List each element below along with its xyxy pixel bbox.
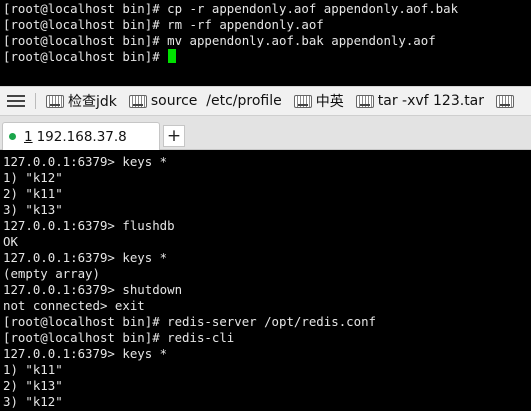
keyboard-icon [46,94,64,108]
session-tab-bar: 1 192.168.37.8 + [0,116,531,150]
tab-number: 1 [24,128,33,145]
add-tab-button[interactable]: + [163,125,185,147]
terminal-line: [root@localhost bin]# redis-cli [3,330,235,345]
tab-label: 192.168.37.8 [36,128,127,145]
keyboard-icon [355,94,374,108]
quick-command-zh-en[interactable]: 中英 [293,91,344,111]
quick-command-label: 检查jdk [68,94,117,110]
quick-command-tar[interactable]: tar -xvf 123.tar [355,93,485,109]
terminal-line: [root@localhost bin]# redis-server /opt/… [3,314,376,329]
terminal-line: 127.0.0.1:6379> keys * [3,154,168,169]
prompt-text: [root@localhost bin]# [3,49,168,64]
toolbar-separator [35,93,36,109]
quick-command-label: tar -xvf 123.tar [377,93,485,109]
quick-command-overflow[interactable] [496,94,518,108]
terminal-line: 127.0.0.1:6379> keys * [3,346,168,361]
keyboard-icon [128,94,147,108]
terminal-line: 127.0.0.1:6379> keys * [3,250,168,265]
top-terminal-pane[interactable]: [root@localhost bin]# cp -r appendonly.a… [0,1,531,84]
quick-command-check-jdk[interactable]: 检查jdk [46,91,117,111]
quick-command-label: 中英 [315,94,344,110]
keyboard-icon [293,94,312,108]
terminal-line: OK [3,234,18,249]
main-terminal-pane[interactable]: 127.0.0.1:6379> keys * 1) "k12" 2) "k11"… [0,154,531,411]
terminal-cursor [168,49,177,63]
session-tab[interactable]: 1 192.168.37.8 [2,122,160,150]
terminal-line: 1) "k12" [3,170,63,185]
quick-command-source-profile[interactable]: source /etc/profile [128,93,282,109]
terminal-line: [root@localhost bin]# mv appendonly.aof.… [3,33,436,48]
keyboard-icon [496,94,515,108]
terminal-prompt-line: [root@localhost bin]# [3,49,531,65]
terminal-line: [root@localhost bin]# cp -r appendonly.a… [3,1,459,16]
terminal-line: 3) "k13" [3,202,63,217]
terminal-line: 127.0.0.1:6379> shutdown [3,282,183,297]
terminal-line: 2) "k13" [3,378,63,393]
hamburger-menu-icon[interactable] [7,95,25,107]
terminal-line: not connected> exit [3,298,145,313]
quick-command-label: source /etc/profile [150,93,282,109]
connection-status-icon [9,133,16,140]
terminal-line: 127.0.0.1:6379> flushdb [3,218,175,233]
terminal-line: 1) "k11" [3,362,63,377]
terminal-line: 3) "k12" [3,394,63,409]
terminal-line: 2) "k11" [3,186,63,201]
terminal-line: [root@localhost bin]# rm -rf appendonly.… [3,17,324,32]
quick-command-bar: 检查jdk source /etc/profile 中英 tar -xvf 12… [0,86,531,116]
terminal-line: (empty array) [3,266,100,281]
